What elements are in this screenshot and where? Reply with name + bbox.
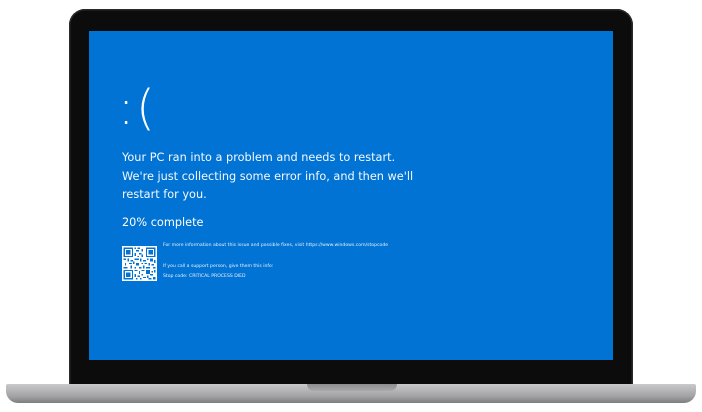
stop-code-text: Stop code: CRITICAL PROCESS DIED [163, 274, 246, 279]
qr-code-graphic [122, 246, 157, 281]
more-info-text: For more information about this issue an… [163, 243, 389, 248]
error-message: Your PC ran into a problem and needs to … [122, 151, 414, 201]
sad-face-emoticon: :( [118, 80, 157, 136]
qr-code-icon [122, 246, 157, 281]
support-info-text: If you call a support person, give them … [163, 264, 274, 269]
laptop-hinge-notch [307, 384, 397, 391]
progress-percentage: 20% complete [122, 216, 204, 229]
laptop-mockup: :( Your PC ran into a problem and needs … [0, 0, 702, 412]
blue-screen-of-death: :( Your PC ran into a problem and needs … [89, 31, 613, 360]
